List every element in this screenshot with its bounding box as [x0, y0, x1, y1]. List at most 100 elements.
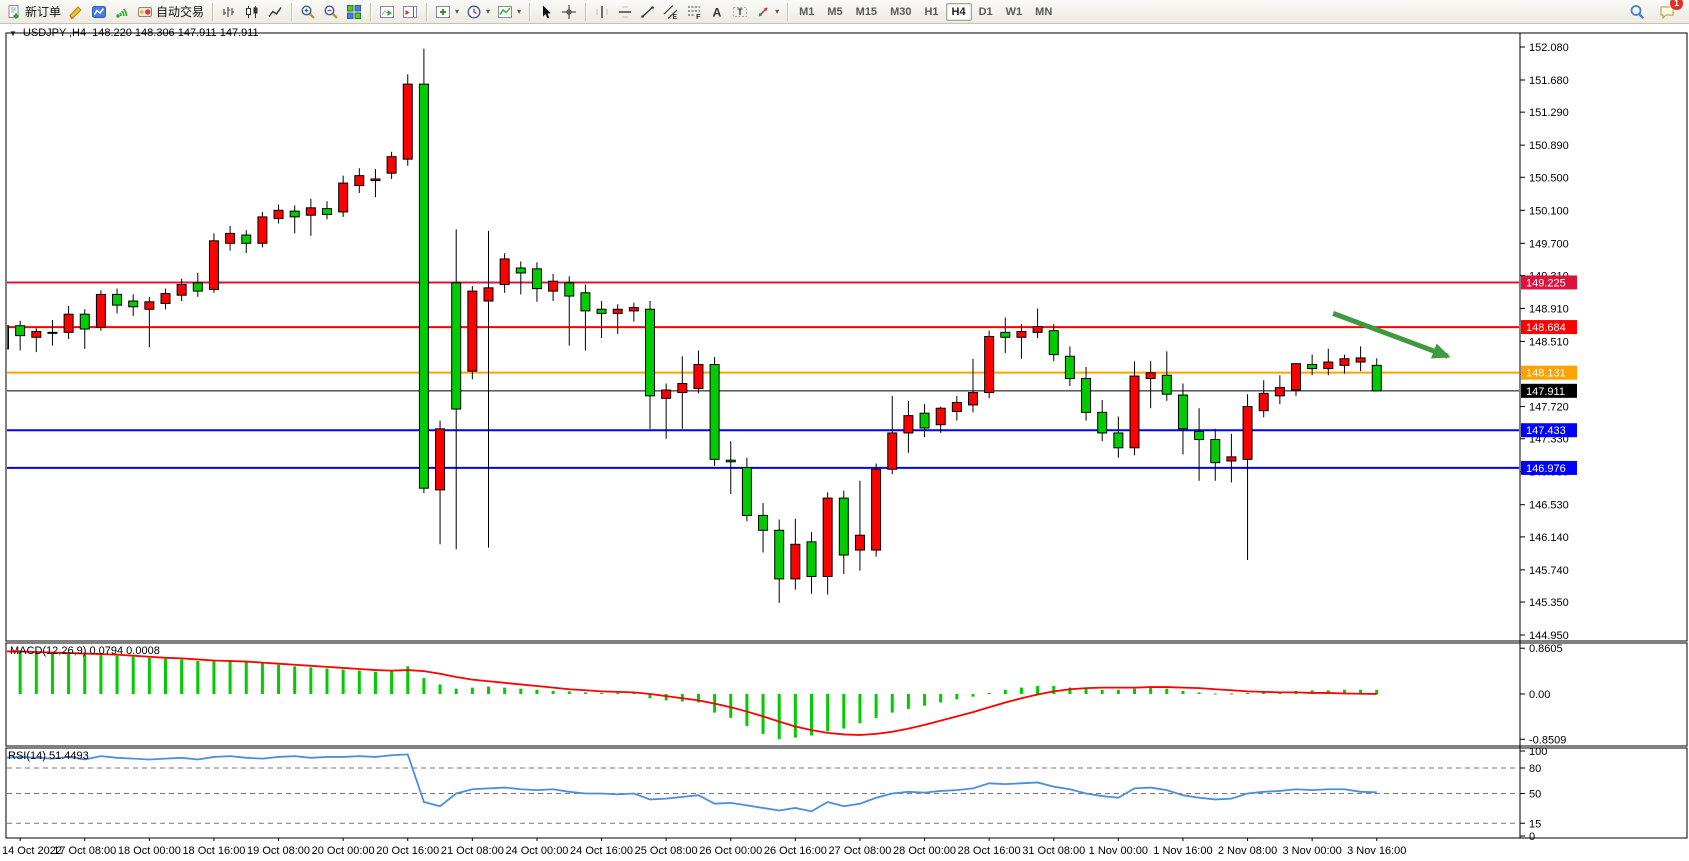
horizontal-line-button[interactable]: [614, 0, 636, 24]
time-axis[interactable]: 14 Oct 202217 Oct 08:0018 Oct 00:0018 Oc…: [2, 838, 1406, 857]
candle: [145, 302, 154, 309]
toolbar-separator: [787, 3, 788, 21]
timeframe-d1-button[interactable]: D1: [973, 3, 999, 21]
line-chart-button[interactable]: [264, 0, 286, 24]
macd-histogram-bar: [1117, 690, 1120, 694]
new-order-button[interactable]: 新订单: [3, 0, 64, 24]
candle: [403, 84, 412, 159]
trendline-button[interactable]: [637, 0, 659, 24]
chevron-down-icon[interactable]: ▾: [455, 7, 459, 16]
chevron-down-icon[interactable]: ▾: [517, 7, 521, 16]
timeframe-m30-button[interactable]: M30: [884, 3, 917, 21]
timeframe-m1-button[interactable]: M1: [793, 3, 820, 21]
candle: [920, 413, 929, 428]
macd-histogram-bar: [67, 654, 70, 694]
timeframe-w1-button[interactable]: W1: [1000, 3, 1029, 21]
chart-canvas[interactable]: 152.080151.680151.290150.890150.500150.1…: [0, 24, 1689, 861]
auto-trading-button[interactable]: 自动交易: [134, 0, 207, 24]
price-tick-label: 150.100: [1529, 205, 1569, 217]
price-badge-label: 149.225: [1526, 277, 1566, 289]
search-button[interactable]: [1626, 0, 1648, 24]
price-tick-label: 152.080: [1529, 42, 1569, 54]
zoom-in-icon: [300, 4, 316, 20]
periods-button[interactable]: ▾: [463, 0, 493, 24]
candle: [1146, 373, 1155, 379]
macd-histogram-bar: [1020, 688, 1023, 694]
rsi-scale-label: 15: [1529, 818, 1541, 830]
charts-button[interactable]: [88, 0, 110, 24]
macd-histogram-bar: [19, 651, 22, 694]
macd-histogram-bar: [342, 670, 345, 694]
chart-symbol-period: USDJPY-,H4: [23, 27, 86, 39]
time-tick-label: 2 Nov 08:00: [1218, 845, 1277, 857]
crosshair-icon: [561, 4, 577, 20]
timeframe-m15-button[interactable]: M15: [850, 3, 883, 21]
time-tick-label: 18 Oct 00:00: [118, 845, 181, 857]
candle: [371, 179, 380, 181]
candle: [1098, 412, 1107, 433]
chevron-down-icon[interactable]: ▾: [775, 7, 779, 16]
candle: [1243, 407, 1252, 460]
auto-scroll-button[interactable]: [376, 0, 398, 24]
timeframe-h4-button[interactable]: H4: [946, 3, 972, 21]
candle: [355, 176, 364, 186]
cursor-button[interactable]: [535, 0, 557, 24]
candle: [387, 157, 396, 173]
signals-button[interactable]: [111, 0, 133, 24]
time-tick-label: 31 Oct 08:00: [1022, 845, 1085, 857]
arrows-button[interactable]: ▾: [752, 0, 782, 24]
templates-button[interactable]: ▾: [494, 0, 524, 24]
time-tick-label: 24 Oct 00:00: [505, 845, 568, 857]
timeframe-m5-button[interactable]: M5: [821, 3, 848, 21]
bar-chart-button[interactable]: [218, 0, 240, 24]
macd-histogram-bar: [842, 694, 845, 729]
zoom-in-button[interactable]: [297, 0, 319, 24]
macd-histogram-bar: [229, 660, 232, 694]
candle-chart-button[interactable]: [241, 0, 263, 24]
timeframe-mn-button[interactable]: MN: [1029, 3, 1058, 21]
macd-histogram-bar: [665, 694, 668, 700]
chart-window[interactable]: ▼ USDJPY-,H4 148.220 148.306 147.911 147…: [0, 24, 1689, 861]
candle: [839, 498, 848, 555]
macd-histogram-bar: [762, 694, 765, 734]
toolbar-right-group: 1: [1626, 0, 1686, 24]
macd-histogram-bar: [245, 662, 248, 694]
equidistant-channel-button[interactable]: E: [660, 0, 682, 24]
macd-scale-label: 0.8605: [1529, 643, 1563, 655]
charts-icon: [91, 4, 107, 20]
fibonacci-button[interactable]: F: [683, 0, 705, 24]
candle: [161, 294, 170, 304]
candle: [1211, 440, 1220, 463]
candle: [339, 183, 348, 212]
macd-histogram-bar: [3, 653, 6, 694]
styles-button[interactable]: [65, 0, 87, 24]
time-tick-label: 18 Oct 16:00: [182, 845, 245, 857]
crosshair-button[interactable]: [558, 0, 580, 24]
zoom-out-button[interactable]: [320, 0, 342, 24]
text-label-button[interactable]: T: [729, 0, 751, 24]
candle: [242, 235, 251, 243]
timeframe-h1-button[interactable]: H1: [918, 3, 944, 21]
macd-histogram-bar: [1214, 693, 1217, 694]
chart-title-bar[interactable]: ▼ USDJPY-,H4 148.220 148.306 147.911 147…: [9, 27, 259, 39]
text-button[interactable]: A: [706, 0, 728, 24]
macd-histogram-bar: [1085, 689, 1088, 694]
candle: [32, 332, 41, 338]
price-tick-label: 147.720: [1529, 402, 1569, 414]
macd-histogram-bar: [358, 671, 361, 694]
new-chart-button[interactable]: ▾: [432, 0, 462, 24]
candle: [1340, 359, 1349, 366]
signals-icon: [114, 4, 130, 20]
candle: [985, 336, 994, 392]
notifications-button[interactable]: 1: [1656, 0, 1678, 24]
candle: [532, 269, 541, 289]
macd-histogram-bar: [1165, 689, 1168, 694]
vertical-line-button[interactable]: [591, 0, 613, 24]
chart-shift-button[interactable]: [399, 0, 421, 24]
macd-histogram-bar: [1101, 690, 1104, 694]
collapse-icon[interactable]: ▼: [9, 29, 17, 38]
time-tick-label: 1 Nov 16:00: [1153, 845, 1212, 857]
chevron-down-icon[interactable]: ▾: [486, 7, 490, 16]
toolbar-separator: [529, 3, 530, 21]
tile-windows-button[interactable]: [343, 0, 365, 24]
